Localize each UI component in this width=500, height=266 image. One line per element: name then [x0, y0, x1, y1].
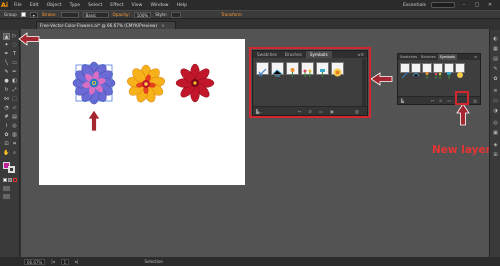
- arrow-to-flower-icon: [87, 109, 101, 132]
- symbols-panel-icon[interactable]: ✿: [492, 76, 499, 82]
- graphic-styles-panel-icon[interactable]: ▣: [492, 130, 499, 136]
- place-symbol-icon[interactable]: ↦: [431, 98, 434, 103]
- symbol-swatch[interactable]: [400, 63, 410, 79]
- tab-symbols[interactable]: Symbols: [437, 54, 457, 60]
- color-panel-icon[interactable]: ◐: [492, 36, 499, 42]
- illustrator-window: Ai File Edit Object Type Select Effect V…: [0, 0, 500, 266]
- transparency-panel-icon[interactable]: ◑: [492, 108, 499, 114]
- new-layer-highlight: [455, 91, 469, 105]
- tab-brushes[interactable]: Brushes: [419, 54, 437, 60]
- arrow-to-selection-tool-icon: [18, 32, 40, 46]
- status-bar: 66.67% |◂ 1 ▸| Selection: [0, 257, 500, 266]
- symbols-grid: [398, 60, 480, 79]
- arrow-to-panel-icon: [370, 72, 393, 86]
- break-link-icon[interactable]: ⊘: [439, 98, 442, 103]
- swatches-panel-icon[interactable]: ▤: [492, 56, 499, 62]
- gradient-panel-icon[interactable]: ▭: [492, 98, 499, 104]
- stroke-panel-icon[interactable]: ≡: [492, 88, 499, 94]
- artboard-number[interactable]: 1: [60, 258, 70, 265]
- next-artboard-icon[interactable]: ▸|: [75, 259, 78, 264]
- right-dock: ◐ ▦ ▤ ✎ ✿ ≡ ▭ ◑ ◎ ▣ ◈ ⊞: [489, 30, 500, 257]
- arrow-to-new-layer-icon: [456, 103, 470, 126]
- symbol-swatch[interactable]: [422, 63, 432, 79]
- new-layer-annotation: New layer: [432, 144, 491, 156]
- appearance-panel-icon[interactable]: ◎: [492, 120, 499, 126]
- layers-panel-icon[interactable]: ◈: [492, 142, 499, 148]
- artboards-panel-icon[interactable]: ⊞: [492, 152, 499, 158]
- symbol-swatch[interactable]: [433, 63, 443, 79]
- symbol-options-icon[interactable]: ▭: [447, 98, 451, 103]
- panel-menu-icon[interactable]: ≡: [471, 54, 480, 60]
- color-guide-icon[interactable]: ▦: [492, 46, 499, 52]
- symbol-library-icon[interactable]: ▙: [401, 98, 404, 103]
- panel-highlight-box: [249, 47, 371, 118]
- brushes-panel-icon[interactable]: ✎: [492, 66, 499, 72]
- symbol-swatch[interactable]: [411, 63, 421, 77]
- annotation-layer: [18, 32, 470, 132]
- symbol-swatch[interactable]: [455, 63, 465, 78]
- delete-icon[interactable]: ▥: [473, 98, 477, 103]
- tool-mode: Selection: [144, 259, 163, 264]
- tab-swatches[interactable]: Swatches: [398, 54, 419, 60]
- zoom-level[interactable]: 66.67%: [24, 258, 46, 265]
- symbol-swatch[interactable]: [444, 63, 454, 79]
- first-artboard-icon[interactable]: |◂: [51, 259, 54, 264]
